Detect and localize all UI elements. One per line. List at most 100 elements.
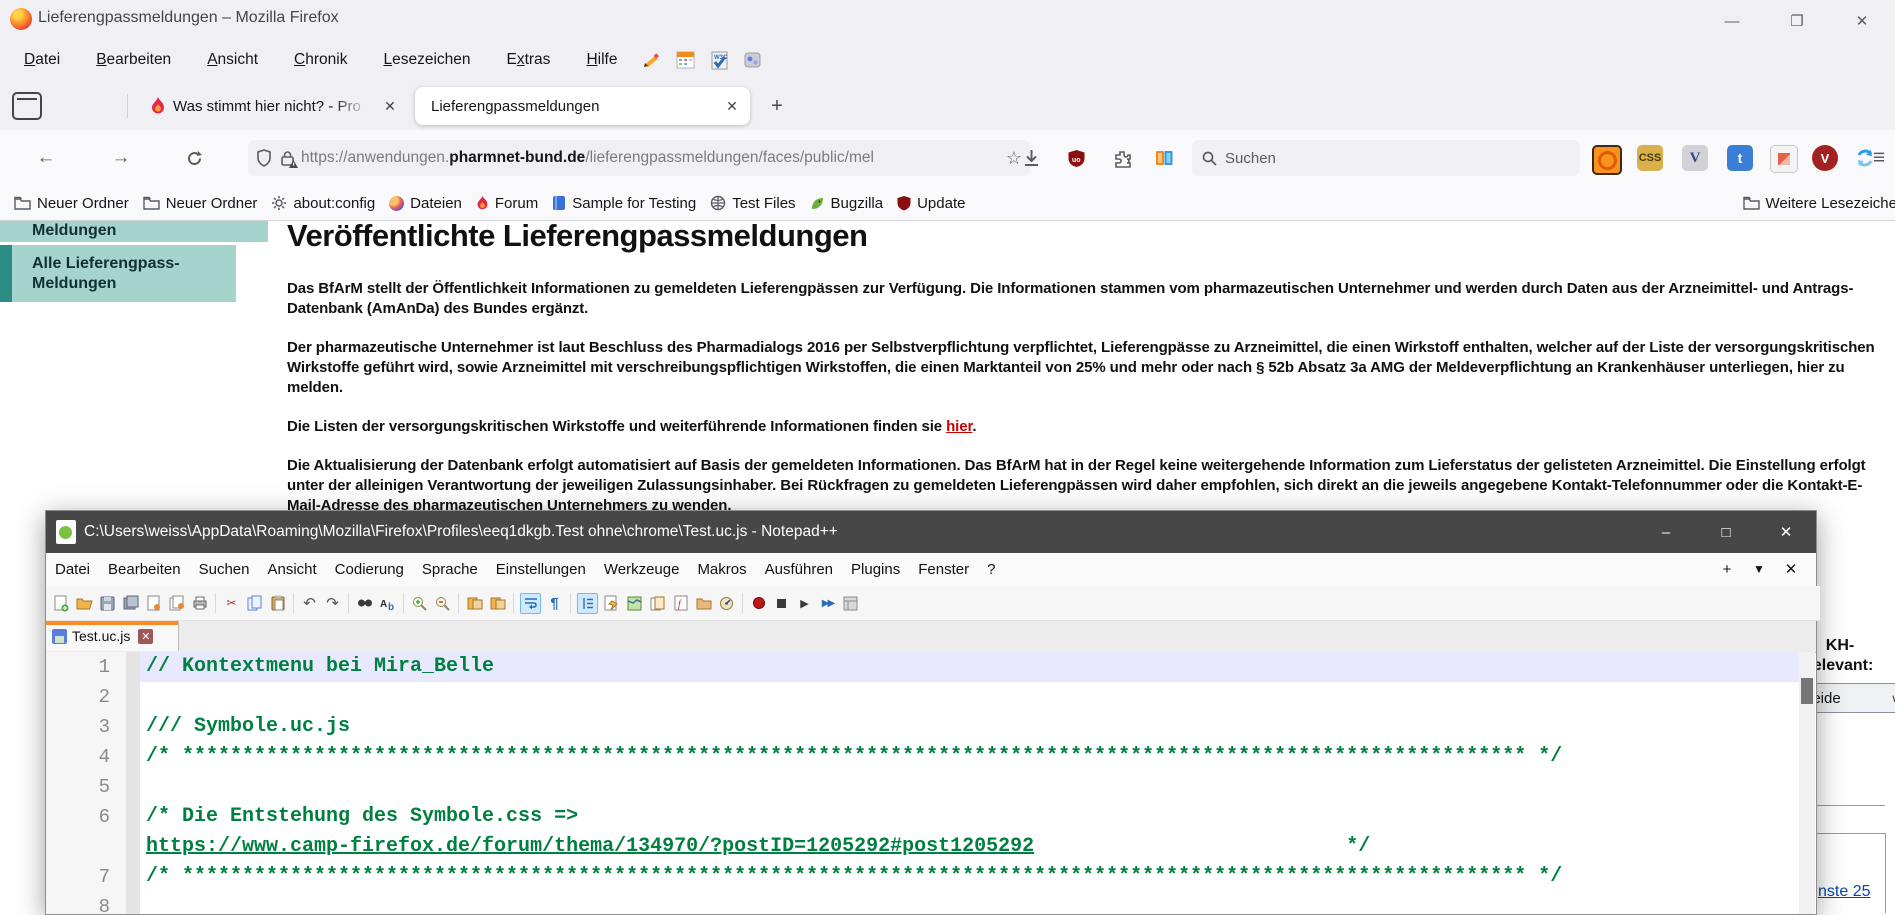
tab-list-icon[interactable] <box>12 92 42 120</box>
extension-icon-red-v[interactable]: V <box>1812 145 1838 171</box>
menu-ansicht[interactable]: Ansicht <box>195 45 270 75</box>
tab-lieferengpassmeldungen[interactable]: Lieferengpassmeldungen ✕ <box>415 87 750 125</box>
copy-icon[interactable] <box>245 594 264 613</box>
extension-icon-t[interactable]: t <box>1727 145 1753 171</box>
restore-button[interactable]: ❐ <box>1774 8 1820 34</box>
npp-menu-ausfuehren[interactable]: Ausführen <box>756 557 842 582</box>
npp-menu-datei[interactable]: Datei <box>46 557 99 582</box>
ublock-origin-icon[interactable]: uo <box>1060 143 1092 173</box>
cut-icon[interactable]: ✂ <box>222 594 241 613</box>
npp-menu-fenster[interactable]: Fenster <box>909 557 978 582</box>
find-icon[interactable] <box>355 594 374 613</box>
menu-bearbeiten[interactable]: Bearbeiten <box>84 45 183 75</box>
paste-icon[interactable] <box>268 594 287 613</box>
npp-menu-close-button[interactable]: ✕ <box>1778 557 1804 581</box>
minimize-button[interactable]: — <box>1709 8 1755 34</box>
downloads-icon[interactable] <box>1015 143 1047 173</box>
new-file-icon[interactable] <box>52 594 71 613</box>
zoom-out-icon[interactable] <box>433 594 452 613</box>
npp-menu-werkzeuge[interactable]: Werkzeuge <box>595 557 689 582</box>
doc-tab-test-uc-js[interactable]: Test.uc.js ✕ <box>46 621 179 651</box>
folder-workspace-icon[interactable] <box>694 594 713 613</box>
redo-icon[interactable]: ↷ <box>323 594 342 613</box>
extensions-puzzle-icon[interactable] <box>1106 143 1138 173</box>
save-all-icon[interactable] <box>121 594 140 613</box>
pencil-icon[interactable] <box>639 49 663 71</box>
extension-icon-css[interactable]: CSS <box>1637 145 1663 171</box>
npp-menu-bearbeiten[interactable]: Bearbeiten <box>99 557 190 582</box>
sidebar-item-alle-lieferengpass-meldungen[interactable]: Alle Lieferengpass-Meldungen <box>0 245 236 302</box>
npp-menu-sprache[interactable]: Sprache <box>413 557 487 582</box>
menu-lesezeichen[interactable]: Lesezeichen <box>371 45 482 75</box>
notepad-title-bar[interactable]: C:\Users\weiss\AppData\Roaming\Mozilla\F… <box>46 511 1816 553</box>
bookmark-neuer-ordner-2[interactable]: Neuer Ordner <box>143 195 258 212</box>
record-macro-icon[interactable] <box>749 594 768 613</box>
doc-tab-close-icon[interactable]: ✕ <box>138 629 153 644</box>
extension-icon-v[interactable]: V <box>1682 145 1708 171</box>
bookmark-sample-for-testing[interactable]: Sample for Testing <box>552 195 696 212</box>
play-macro-icon[interactable]: ▶ <box>795 594 814 613</box>
close-button[interactable]: ✕ <box>1839 8 1885 34</box>
print-icon[interactable] <box>190 594 209 613</box>
menu-hilfe[interactable]: Hilfe <box>574 45 629 75</box>
stop-macro-icon[interactable] <box>772 594 791 613</box>
zoom-in-icon[interactable] <box>410 594 429 613</box>
npp-menu-ansicht[interactable]: Ansicht <box>258 557 325 582</box>
camp-firefox-url[interactable]: https://www.camp-firefox.de/forum/thema/… <box>146 835 1034 858</box>
run-macro-multiple-icon[interactable]: ▶▶ <box>818 594 837 613</box>
menu-chronik[interactable]: Chronik <box>282 45 359 75</box>
bookmark-dateien[interactable]: Dateien <box>389 195 462 212</box>
bookmark-neuer-ordner-1[interactable]: Neuer Ordner <box>14 195 129 212</box>
show-all-characters-icon[interactable]: ¶ <box>545 594 564 613</box>
tab-was-stimmt-hier-nicht[interactable]: Was stimmt hier nicht? - Pro ✕ <box>140 87 402 125</box>
hamburger-menu-icon[interactable]: ≡ <box>1863 143 1895 173</box>
notepad-close-button[interactable]: ✕ <box>1756 511 1816 553</box>
replace-icon[interactable]: Ab <box>378 594 397 613</box>
npp-menu-suchen[interactable]: Suchen <box>190 557 259 582</box>
function-list-icon[interactable] <box>602 594 621 613</box>
back-icon[interactable]: ← <box>30 143 62 173</box>
w3c-validator-icon[interactable]: W3C <box>707 49 731 71</box>
npp-menu-plugins[interactable]: Plugins <box>842 557 909 582</box>
bookmark-weitere-lesezeichen[interactable]: Weitere Lesezeiche <box>1743 195 1895 212</box>
document-list-icon[interactable] <box>648 594 667 613</box>
url-bar[interactable]: https://anwendungen.pharmnet-bund.de/lie… <box>248 140 1030 176</box>
menu-extras[interactable]: Extras <box>495 45 563 75</box>
menu-datei[interactable]: Datei <box>12 45 72 75</box>
close-file-icon[interactable] <box>144 594 163 613</box>
save-icon[interactable] <box>98 594 117 613</box>
word-wrap-icon[interactable] <box>520 593 541 614</box>
save-macro-icon[interactable] <box>841 594 860 613</box>
hier-link[interactable]: hier <box>946 418 972 435</box>
lock-warning-icon[interactable] <box>280 150 295 167</box>
npp-plus-button[interactable]: + <box>1714 557 1740 581</box>
function-signature-icon[interactable]: f <box>671 594 690 613</box>
bookmark-forum[interactable]: Forum <box>476 195 538 212</box>
bookmark-test-files[interactable]: Test Files <box>710 195 795 212</box>
sync-vertical-icon[interactable] <box>465 594 484 613</box>
sync-horizontal-icon[interactable] <box>488 594 507 613</box>
notepad-minimize-button[interactable]: – <box>1636 511 1696 553</box>
editor-vertical-scrollbar[interactable] <box>1799 652 1815 914</box>
extension-icon-page[interactable] <box>1770 145 1798 173</box>
scrollbar-thumb[interactable] <box>1801 678 1813 704</box>
npp-menu-makros[interactable]: Makros <box>688 557 755 582</box>
bookmark-bugzilla[interactable]: Bugzilla <box>810 195 884 212</box>
npp-menu-codierung[interactable]: Codierung <box>326 557 413 582</box>
search-bar[interactable]: Suchen <box>1192 140 1580 176</box>
bookmark-update[interactable]: Update <box>897 195 965 212</box>
reload-icon[interactable] <box>178 143 210 173</box>
npp-caret-button[interactable]: ▼ <box>1746 557 1772 581</box>
indent-guide-icon[interactable] <box>577 593 598 614</box>
bookmark-about-config[interactable]: about:config <box>271 195 375 212</box>
npp-menu-help[interactable]: ? <box>978 557 1004 582</box>
pagination-naechste-link[interactable]: nste 25 <box>1818 883 1870 901</box>
tracking-shield-icon[interactable] <box>256 149 272 167</box>
open-file-icon[interactable] <box>75 594 94 613</box>
document-map-icon[interactable] <box>625 594 644 613</box>
extension-icon-1[interactable] <box>1592 145 1622 175</box>
addon-misc-icon[interactable] <box>741 49 765 71</box>
npp-menu-einstellungen[interactable]: Einstellungen <box>487 557 595 582</box>
code-editor[interactable]: 1// Kontextmenu bei Mira_Belle 2 3/// Sy… <box>46 652 1814 914</box>
undo-icon[interactable]: ↶ <box>300 594 319 613</box>
